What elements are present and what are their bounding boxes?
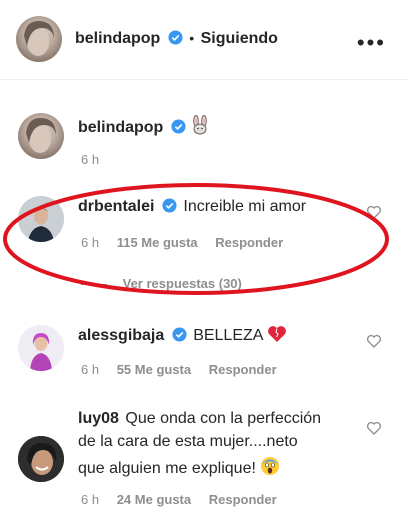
- comment-text-line1: Que onda con la perfección: [125, 410, 322, 427]
- comment-username[interactable]: alessgibaja: [78, 327, 164, 344]
- comment-text-line2: de la cara de esta mujer....neto: [78, 433, 298, 450]
- comment-meta: 6 h 55 Me gusta Responder: [81, 362, 291, 377]
- reply-button[interactable]: Responder: [209, 362, 277, 377]
- comment-meta: 6 h 24 Me gusta Responder: [81, 492, 291, 507]
- comment-text: BELLEZA: [193, 327, 263, 344]
- like-heart-icon[interactable]: [366, 333, 382, 349]
- scream-emoji-icon: [261, 457, 280, 475]
- comment-avatar-luy08[interactable]: [18, 436, 64, 482]
- comment-username[interactable]: luy08: [78, 410, 119, 427]
- reply-button[interactable]: Responder: [209, 492, 277, 507]
- comment-likes[interactable]: 55 Me gusta: [117, 362, 191, 377]
- comment-time: 6 h: [81, 492, 100, 507]
- comment-text-line3: que alguien me explique!: [78, 460, 256, 477]
- comment-time: 6 h: [81, 362, 100, 377]
- verified-badge-icon: [172, 327, 187, 342]
- like-heart-icon[interactable]: [366, 420, 382, 436]
- heart-emoji-icon: [268, 326, 286, 342]
- comment-avatar-alessgibaja[interactable]: [18, 325, 64, 371]
- comment-likes[interactable]: 24 Me gusta: [117, 492, 191, 507]
